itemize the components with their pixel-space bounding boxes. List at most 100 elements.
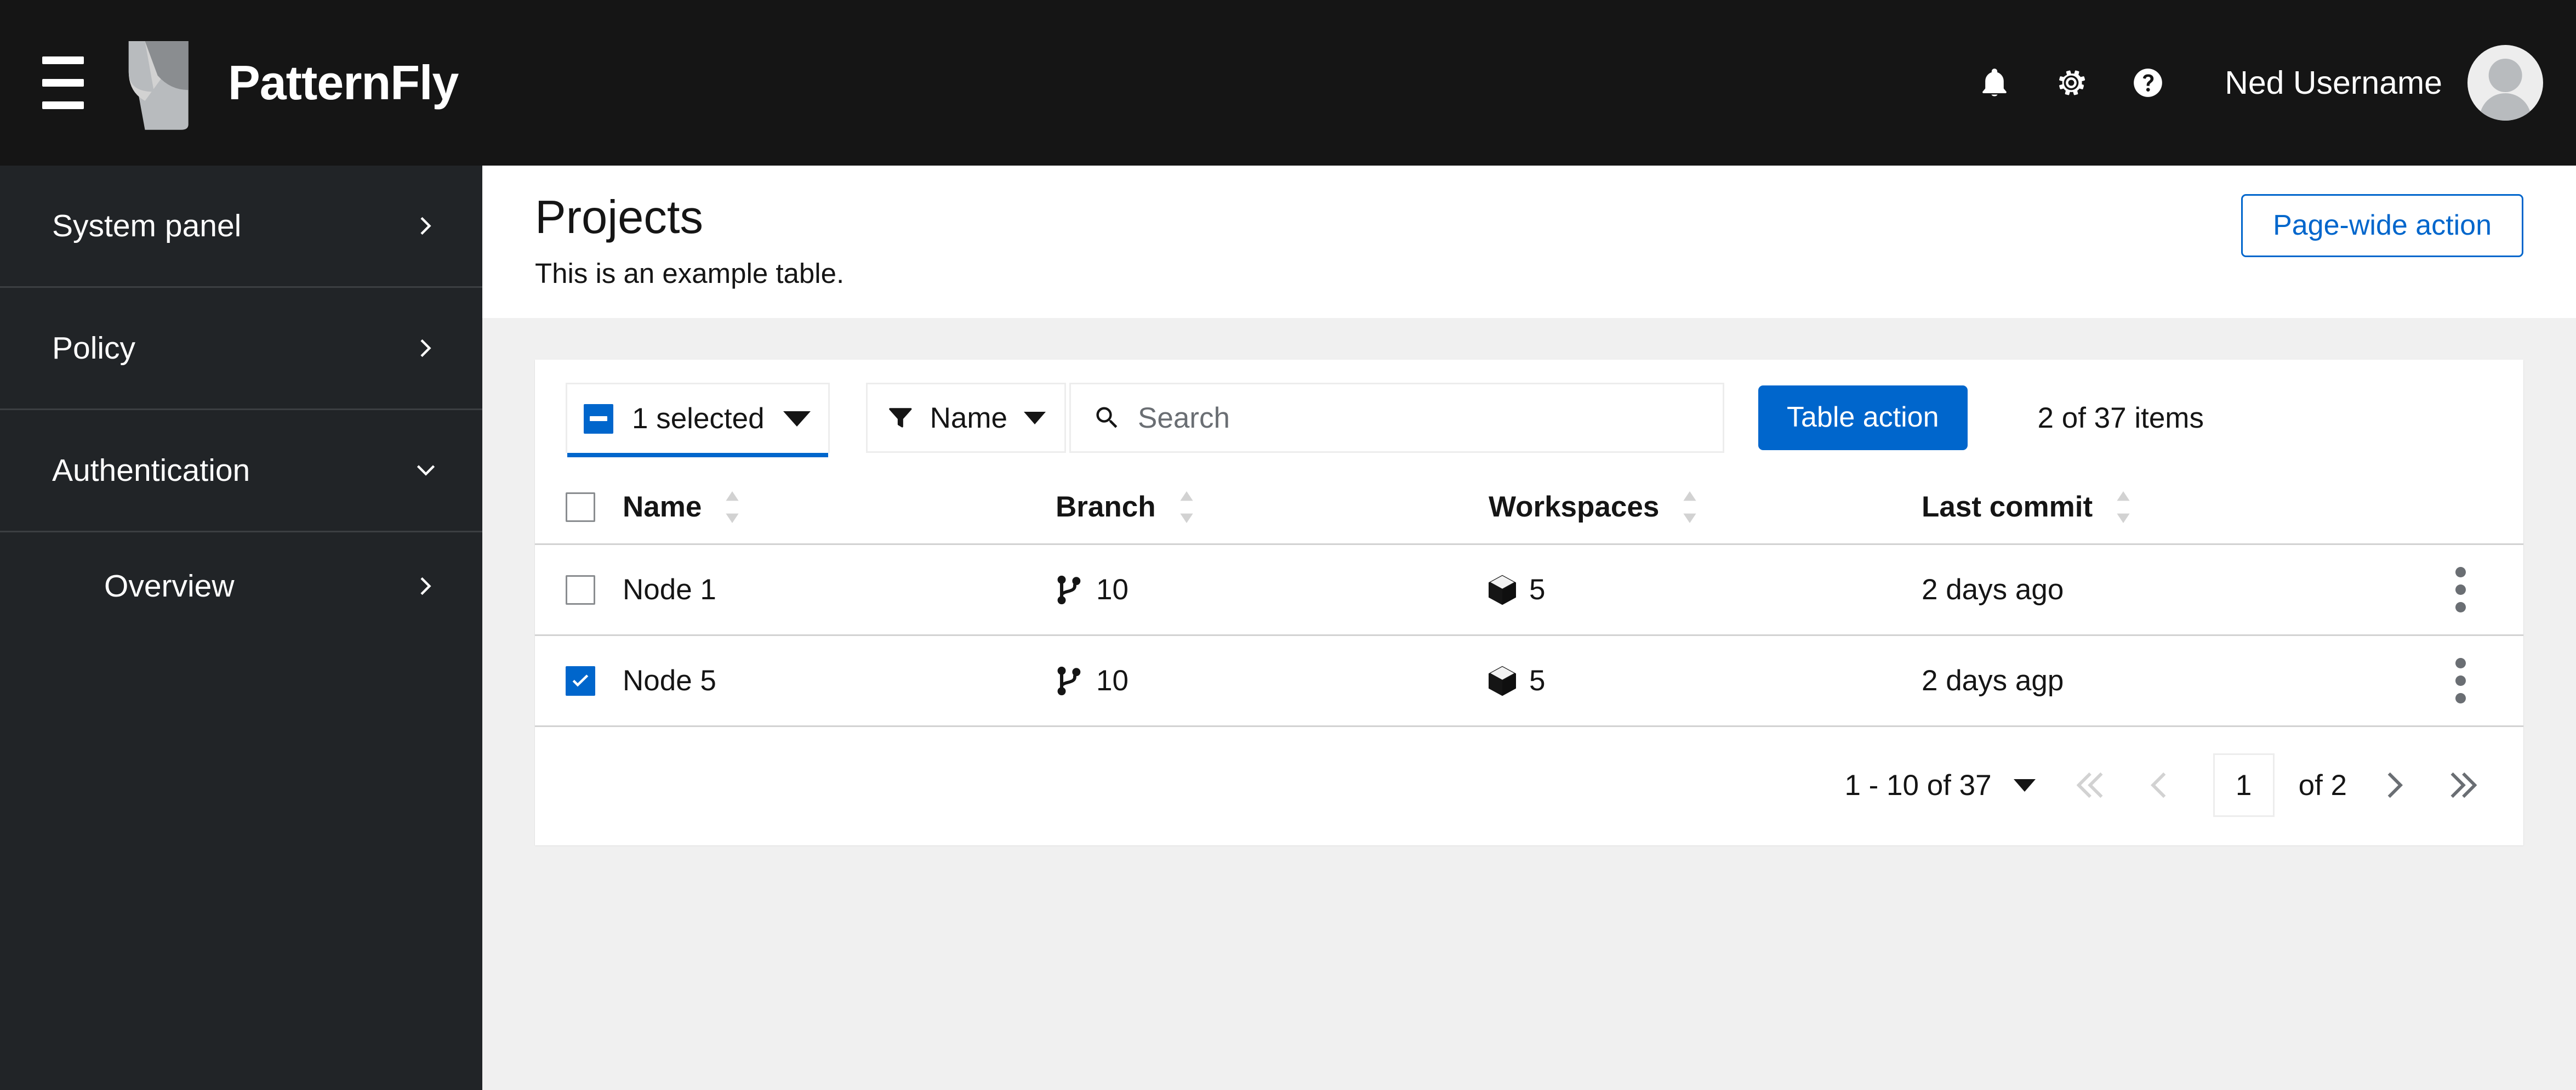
content-area: 1 selected Name Search Table action 2 of… [482,318,2576,1090]
page-title: Projects [535,191,704,243]
row-actions-cell [2397,635,2523,727]
avatar-body [2480,93,2531,121]
body-row: System panel Policy Authentication Overv… [0,166,2576,1090]
sidebar-item-label: System panel [52,208,242,243]
filter-icon [886,404,914,432]
username-label: Ned Username [2225,65,2442,101]
table-card: 1 selected Name Search Table action 2 of… [535,360,2523,845]
select-all-header [535,475,623,545]
chevron-down-icon [2013,779,2036,792]
table-row[interactable]: Node 5 10 5 2 days agp [535,635,2523,727]
code-branch-icon [1056,575,1083,605]
cube-icon [1489,575,1516,605]
sidebar-item-system-panel[interactable]: System panel [0,166,482,288]
masthead-right: Ned Username [1956,44,2543,121]
avatar[interactable] [2467,45,2543,121]
table-header-row: Name Branch Workspaces Last commit [535,475,2523,545]
table-body: Node 1 10 5 2 days ago Node 5 10 5 2 day… [535,544,2523,727]
sidebar-item-label: Policy [52,331,136,366]
table-row[interactable]: Node 1 10 5 2 days ago [535,544,2523,636]
search-input[interactable] [1138,401,1701,435]
cell-last-commit: 2 days agp [1922,635,2397,727]
projects-table: Name Branch Workspaces Last commit Node … [535,475,2523,727]
previous-page-button[interactable] [2127,755,2192,815]
table-action-button[interactable]: Table action [1758,385,1968,450]
sidebar-item-label: Overview [104,569,235,604]
per-page-dropdown[interactable]: 1 - 10 of 37 [1844,769,2036,802]
page-header-text: Projects This is an example table. [535,194,844,287]
column-header-workspaces[interactable]: Workspaces [1489,475,1922,545]
item-count-label: 2 of 37 items [2037,401,2204,434]
column-header-label: Name [623,491,702,523]
sort-icon[interactable] [2113,491,2133,523]
brand[interactable]: PatternFly [118,36,459,130]
patternfly-logo-icon [128,41,189,130]
next-page-button[interactable] [2361,755,2427,815]
search-icon [1093,404,1121,432]
column-header-branch[interactable]: Branch [1056,475,1489,545]
sort-icon[interactable] [1680,491,1700,523]
notification-bell-icon[interactable] [1956,44,2033,121]
filter-dropdown[interactable]: Name [865,383,1066,453]
column-header-last-commit[interactable]: Last commit [1922,475,2397,545]
cell-branch-value: 10 [1096,665,1129,697]
column-header-actions [2397,475,2523,545]
kebab-menu-icon[interactable] [2397,658,2523,703]
sidebar-item-authentication[interactable]: Authentication [0,410,482,532]
code-branch-icon [1056,666,1083,696]
chevron-down-icon [413,458,438,483]
cell-name: Node 5 [623,635,1056,727]
page-subtitle: This is an example table. [535,258,845,289]
row-checkbox[interactable] [566,666,595,696]
chevron-down-icon [783,411,811,427]
cell-branch: 10 [1056,635,1489,727]
help-icon[interactable] [2110,44,2186,121]
first-page-button[interactable] [2061,755,2127,815]
page-number-input[interactable] [2213,753,2275,817]
page-wide-action-button[interactable]: Page-wide action [2241,194,2523,258]
sort-icon[interactable] [1177,491,1196,523]
cell-branch-value: 10 [1096,574,1129,606]
hamburger-bar [42,56,84,64]
page-header: Projects This is an example table. Page-… [482,166,2576,318]
sidebar-item-label: Authentication [52,453,250,488]
cell-workspaces: 5 [1489,635,1922,727]
brand-name: PatternFly [228,55,459,110]
avatar-head [2488,58,2522,92]
chevron-right-icon [413,574,438,599]
sidebar-item-overview[interactable]: Overview [0,532,482,640]
cube-icon [1489,666,1516,696]
sort-icon[interactable] [722,491,742,523]
gear-icon[interactable] [2033,44,2110,121]
bulk-select-label: 1 selected [632,402,765,435]
search-input-wrapper[interactable] [1069,383,1724,453]
masthead: PatternFly Ned Username [0,0,2576,166]
sidebar-item-policy[interactable]: Policy [0,288,482,410]
hamburger-bar [42,79,84,87]
chevron-down-icon [1024,411,1046,424]
cell-workspaces-value: 5 [1529,574,1546,606]
check-icon [572,674,589,686]
pagination: 1 - 10 of 37 of 2 [535,727,2523,845]
chevron-right-icon [413,336,438,361]
row-checkbox[interactable] [566,575,595,605]
column-header-label: Last commit [1922,491,2093,523]
column-header-name[interactable]: Name [623,475,1056,545]
per-page-label: 1 - 10 of 37 [1844,769,1992,802]
select-all-checkbox[interactable] [566,492,595,522]
cell-workspaces-value: 5 [1529,665,1546,697]
filter-label: Name [930,401,1007,434]
cell-branch: 10 [1056,544,1489,636]
chevron-right-icon [413,213,438,239]
main-content: Projects This is an example table. Page-… [482,166,2576,1090]
bulk-select-dropdown[interactable]: 1 selected [566,383,830,457]
global-nav-toggle-button[interactable] [22,42,104,124]
cell-last-commit: 2 days ago [1922,544,2397,636]
bulk-select-checkbox[interactable] [584,404,613,434]
row-select-cell [535,635,623,727]
table-head: Name Branch Workspaces Last commit [535,475,2523,545]
last-page-button[interactable] [2427,755,2493,815]
kebab-menu-icon[interactable] [2397,567,2523,612]
cell-name: Node 1 [623,544,1056,636]
row-select-cell [535,544,623,636]
